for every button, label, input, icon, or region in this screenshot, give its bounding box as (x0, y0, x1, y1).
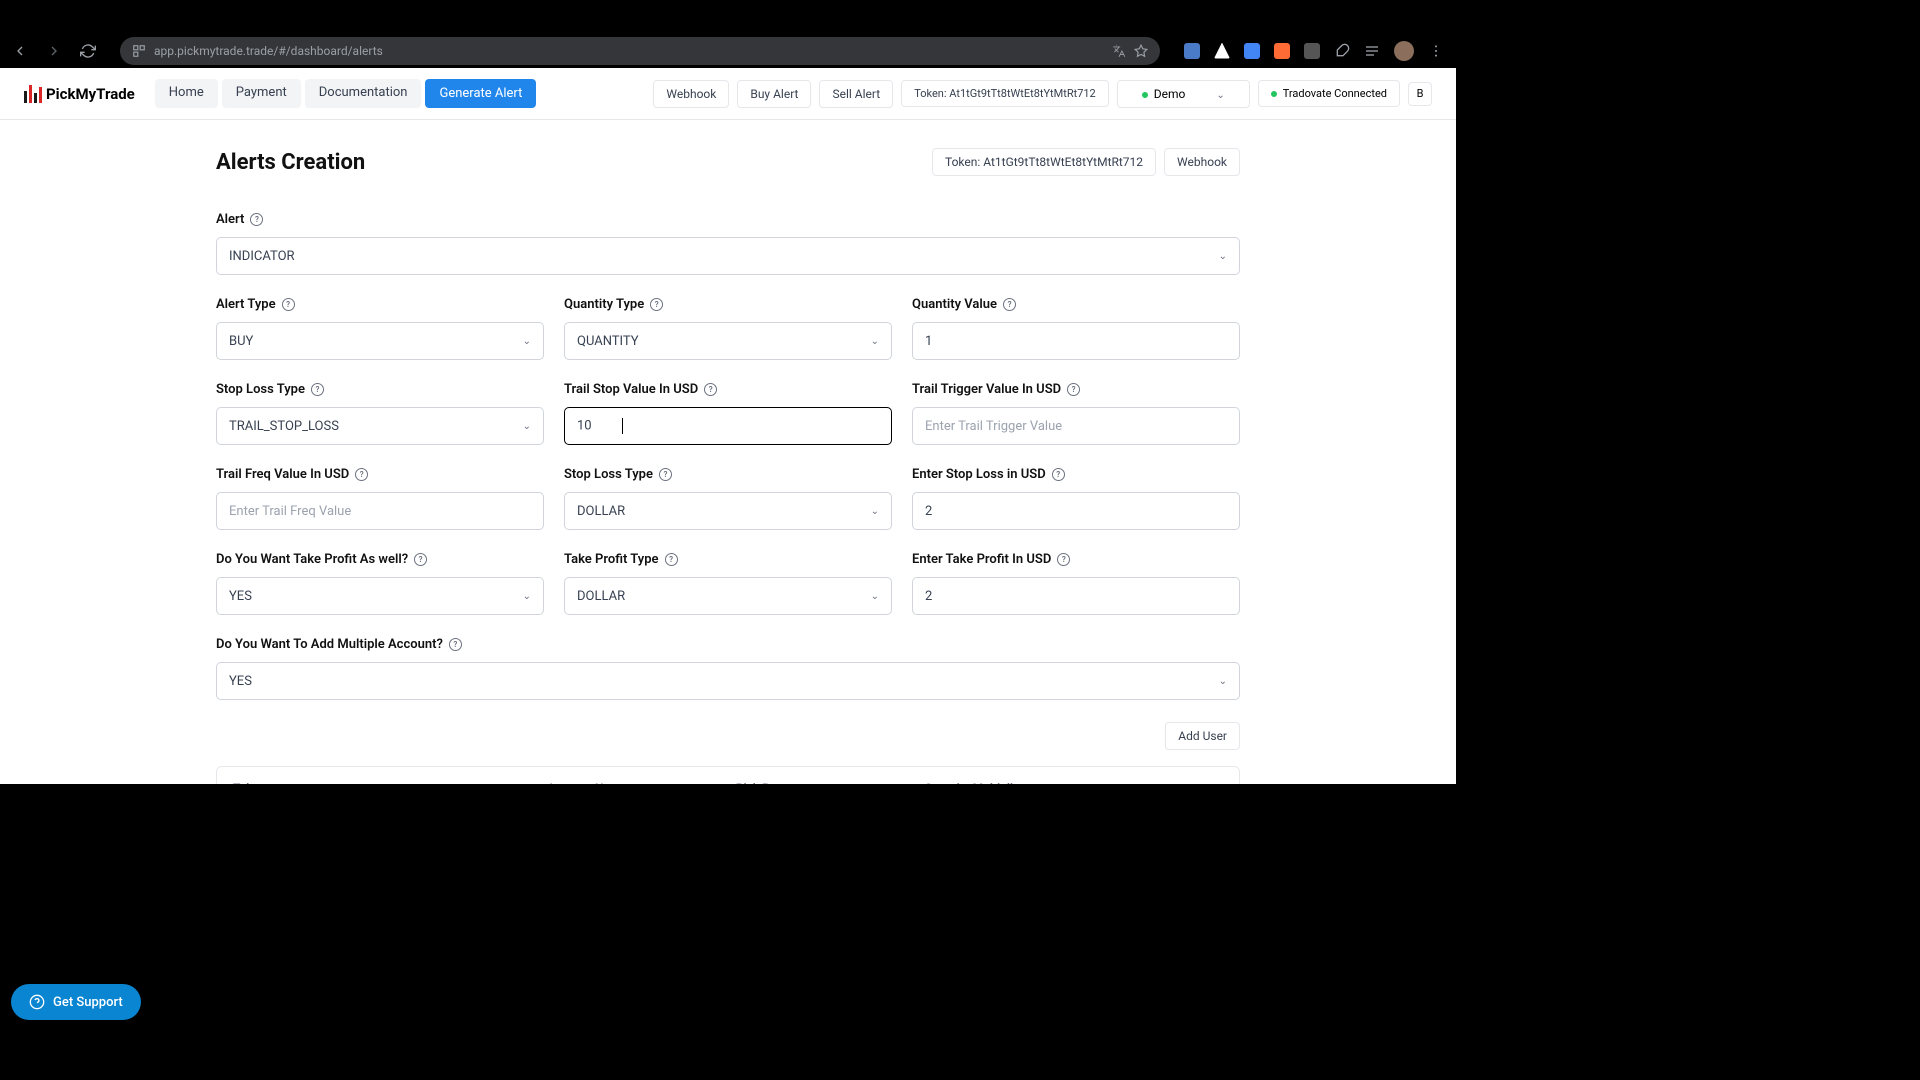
stop-loss-type-select[interactable]: TRAIL_STOP_LOSS⌄ (216, 407, 544, 445)
help-icon[interactable]: ? (449, 638, 462, 651)
help-icon[interactable]: ? (311, 383, 324, 396)
buy-alert-button[interactable]: Buy Alert (737, 80, 811, 108)
stop-loss-type2-select[interactable]: DOLLAR⌄ (564, 492, 892, 530)
stop-loss-type-label: Stop Loss Type (216, 382, 305, 397)
extension-icon[interactable] (1274, 43, 1290, 59)
extension-icon[interactable] (1304, 43, 1320, 59)
alert-select[interactable]: INDICATOR⌄ (216, 237, 1240, 275)
chevron-down-icon: ⌄ (1219, 676, 1227, 687)
help-icon[interactable]: ? (355, 468, 368, 481)
sell-alert-button[interactable]: Sell Alert (819, 80, 893, 108)
help-icon[interactable]: ? (282, 298, 295, 311)
help-circle-icon (29, 994, 45, 1010)
alert-type-label: Alert Type (216, 297, 276, 312)
extension-icon[interactable] (1244, 43, 1260, 59)
help-icon[interactable]: ? (1057, 553, 1070, 566)
extension-icon[interactable] (1184, 43, 1200, 59)
help-icon[interactable]: ? (650, 298, 663, 311)
nav-payment[interactable]: Payment (222, 79, 301, 108)
token-chip: Token: At1tGt9tTt8tWtEt8tYtMtRt712 (932, 148, 1156, 176)
help-icon[interactable]: ? (659, 468, 672, 481)
browser-tab-strip (0, 0, 1456, 33)
help-icon[interactable]: ? (704, 383, 717, 396)
help-icon[interactable]: ? (1067, 383, 1080, 396)
back-icon[interactable] (12, 43, 28, 59)
trail-freq-label: Trail Freq Value In USD (216, 467, 349, 482)
help-icon[interactable]: ? (1003, 298, 1016, 311)
alert-label: Alert (216, 212, 244, 227)
th-multiplier: Quantity Multiplier (924, 781, 1144, 784)
take-profit-question-select[interactable]: YES⌄ (216, 577, 544, 615)
chevron-down-icon: ⌄ (523, 591, 531, 602)
chevron-down-icon: ⌄ (871, 336, 879, 347)
extensions-icon[interactable] (1334, 43, 1350, 59)
url-text: app.pickmytrade.trade/#/dashboard/alerts (154, 44, 383, 58)
enter-take-profit-label: Enter Take Profit In USD (912, 552, 1051, 567)
nav-home[interactable]: Home (155, 79, 218, 108)
help-icon[interactable]: ? (1052, 468, 1065, 481)
trail-stop-value-input[interactable]: 10 (564, 407, 892, 445)
translate-icon[interactable] (1112, 44, 1126, 58)
token-display: Token: At1tGt9tTt8tWtEt8tYtMtRt712 (901, 80, 1109, 107)
nav-documentation[interactable]: Documentation (305, 79, 422, 108)
quantity-value-label: Quantity Value (912, 297, 997, 312)
chevron-down-icon: ⌄ (523, 421, 531, 432)
trail-trigger-input[interactable] (912, 407, 1240, 445)
accounts-table: Token Account Name Risk Percentage Quant… (216, 766, 1240, 784)
trail-stop-label: Trail Stop Value In USD (564, 382, 698, 397)
help-icon[interactable]: ? (665, 553, 678, 566)
logo[interactable]: PickMyTrade (24, 85, 135, 103)
trail-freq-input[interactable] (216, 492, 544, 530)
chevron-down-icon: ⌄ (871, 506, 879, 517)
generate-alert-button[interactable]: Generate Alert (425, 79, 536, 108)
add-user-button[interactable]: Add User (1165, 722, 1240, 750)
th-token: Token (233, 781, 547, 784)
reload-icon[interactable] (80, 43, 96, 59)
get-support-button[interactable]: Get Support (11, 984, 141, 1020)
extension-icon[interactable] (1214, 43, 1230, 59)
url-bar[interactable]: app.pickmytrade.trade/#/dashboard/alerts (120, 37, 1160, 65)
quantity-type-label: Quantity Type (564, 297, 644, 312)
account-mode-select[interactable]: Demo ⌄ (1117, 80, 1250, 108)
take-profit-question-label: Do You Want Take Profit As well? (216, 552, 408, 567)
quantity-type-select[interactable]: QUANTITY⌄ (564, 322, 892, 360)
profile-icon[interactable] (1394, 41, 1414, 61)
webhook-chip[interactable]: Webhook (1164, 148, 1240, 176)
enter-stop-loss-input[interactable] (912, 492, 1240, 530)
app-header: PickMyTrade Home Payment Documentation G… (0, 68, 1456, 120)
chevron-down-icon: ⌄ (871, 591, 879, 602)
help-icon[interactable]: ? (414, 553, 427, 566)
page-title: Alerts Creation (216, 150, 365, 175)
enter-take-profit-input[interactable] (912, 577, 1240, 615)
take-profit-type-label: Take Profit Type (564, 552, 659, 567)
enter-stop-loss-label: Enter Stop Loss in USD (912, 467, 1046, 482)
help-icon[interactable]: ? (250, 213, 263, 226)
broker-status: Tradovate Connected (1258, 80, 1400, 107)
take-profit-type-select[interactable]: DOLLAR⌄ (564, 577, 892, 615)
th-account: Account Name (547, 781, 736, 784)
multi-account-select[interactable]: YES⌄ (216, 662, 1240, 700)
trail-trigger-label: Trail Trigger Value In USD (912, 382, 1061, 397)
site-settings-icon[interactable] (132, 44, 146, 58)
forward-icon[interactable] (46, 43, 62, 59)
menu-icon[interactable] (1428, 43, 1444, 59)
star-icon[interactable] (1134, 44, 1148, 58)
quantity-value-input[interactable] (912, 322, 1240, 360)
webhook-button[interactable]: Webhook (653, 80, 729, 108)
user-badge[interactable]: B (1408, 82, 1432, 106)
logo-text: PickMyTrade (46, 85, 135, 103)
chevron-down-icon: ⌄ (523, 336, 531, 347)
reading-list-icon[interactable] (1364, 43, 1380, 59)
th-risk: Risk Percentage (736, 781, 925, 784)
multi-account-label: Do You Want To Add Multiple Account? (216, 637, 443, 652)
stop-loss-type2-label: Stop Loss Type (564, 467, 653, 482)
alert-type-select[interactable]: BUY⌄ (216, 322, 544, 360)
chevron-down-icon: ⌄ (1219, 251, 1227, 262)
browser-toolbar: app.pickmytrade.trade/#/dashboard/alerts (0, 33, 1456, 68)
